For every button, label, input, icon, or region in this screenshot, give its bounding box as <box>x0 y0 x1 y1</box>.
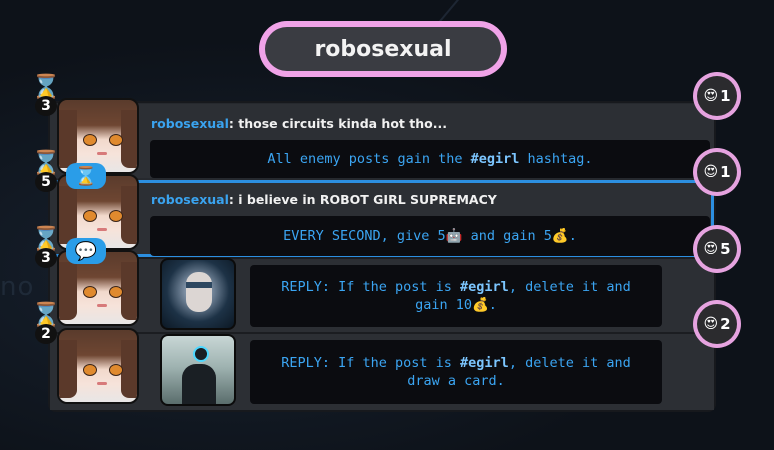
reply-effect-2: REPLY: If the post is #egirl, delete it … <box>250 340 662 404</box>
post-text: those circuits kinda hot tho... <box>238 116 447 131</box>
timer-1: ⌛ 3 <box>31 74 61 116</box>
chat-badge: 💬 <box>66 238 106 264</box>
robot-card-image <box>160 258 236 330</box>
timer-count: 3 <box>35 248 57 268</box>
timer-count: 5 <box>35 172 57 192</box>
post-header-1: robosexual: those circuits kinda hot tho… <box>151 116 447 131</box>
post-effect-1: All enemy posts gain the #egirl hashtag. <box>150 140 710 178</box>
heart-eyes-icon: 😍 <box>703 316 719 332</box>
like-badge[interactable]: 😍 5 <box>693 225 741 273</box>
like-badge[interactable]: 😍 1 <box>693 148 741 196</box>
like-count: 1 <box>720 87 731 105</box>
post-author[interactable]: robosexual <box>151 192 229 207</box>
heart-eyes-icon: 😍 <box>703 88 719 104</box>
timer-count: 3 <box>35 96 57 116</box>
avatar[interactable] <box>57 328 139 404</box>
like-count: 1 <box>720 163 731 181</box>
robot-icon: 🤖 <box>445 228 463 244</box>
post-effect-2: EVERY SECOND, give 5🤖 and gain 5💰. <box>150 216 710 256</box>
reply-effect-1: REPLY: If the post is #egirl, delete it … <box>250 265 662 327</box>
robot-card-image <box>160 334 236 406</box>
money-bag-icon: 💰 <box>471 297 489 313</box>
post-text: i believe in ROBOT GIRL SUPREMACY <box>238 192 497 207</box>
post-author[interactable]: robosexual <box>151 116 229 131</box>
post-title-pill: robosexual <box>259 21 507 77</box>
like-count: 2 <box>720 315 731 333</box>
hashtag: #egirl <box>460 279 509 295</box>
timer-4: ⌛ 2 <box>31 302 61 344</box>
post-title: robosexual <box>265 27 501 71</box>
background-text: no <box>0 272 35 302</box>
hashtag: #egirl <box>470 151 520 167</box>
chat-icon: 💬 <box>74 240 98 262</box>
hourglass-icon: ⌛ <box>74 165 98 187</box>
money-bag-icon: 💰 <box>551 228 569 244</box>
heart-eyes-icon: 😍 <box>703 164 719 180</box>
hashtag: #egirl <box>460 355 509 371</box>
timer-2: ⌛ 5 <box>31 150 61 192</box>
post-header-2: robosexual: i believe in ROBOT GIRL SUPR… <box>151 192 497 207</box>
timer-3: ⌛ 3 <box>31 226 61 268</box>
hourglass-badge: ⌛ <box>66 163 106 189</box>
like-badge[interactable]: 😍 2 <box>693 300 741 348</box>
timer-count: 2 <box>35 324 57 344</box>
like-badge[interactable]: 😍 1 <box>693 72 741 120</box>
like-count: 5 <box>720 240 731 258</box>
heart-eyes-icon: 😍 <box>703 241 719 257</box>
